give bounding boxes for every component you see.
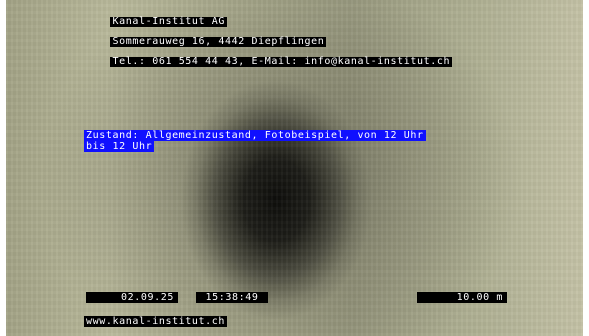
date-readout: 02.09.25 xyxy=(86,292,178,303)
company-contact: Tel.: 061 554 44 43, E-Mail: info@kanal-… xyxy=(110,56,453,67)
inspection-frame: Kanal-Institut AG Sommerauweg 16, 4442 D… xyxy=(0,0,589,336)
company-name: Kanal-Institut AG xyxy=(110,16,228,27)
condition-text-line2: bis 12 Uhr xyxy=(84,141,155,152)
condition-overlay: Zustand: Allgemeinzustand, Fotobeispiel,… xyxy=(84,130,426,152)
website-label: www.kanal-institut.ch xyxy=(84,316,228,327)
time-readout: 15:38:49 xyxy=(196,292,268,303)
condition-text-line1: Zustand: Allgemeinzustand, Fotobeispiel,… xyxy=(84,130,426,141)
company-header: Kanal-Institut AG Sommerauweg 16, 4442 D… xyxy=(84,7,453,77)
distance-readout: 10.00 m xyxy=(417,292,507,303)
company-address: Sommerauweg 16, 4442 Diepflingen xyxy=(110,36,327,47)
